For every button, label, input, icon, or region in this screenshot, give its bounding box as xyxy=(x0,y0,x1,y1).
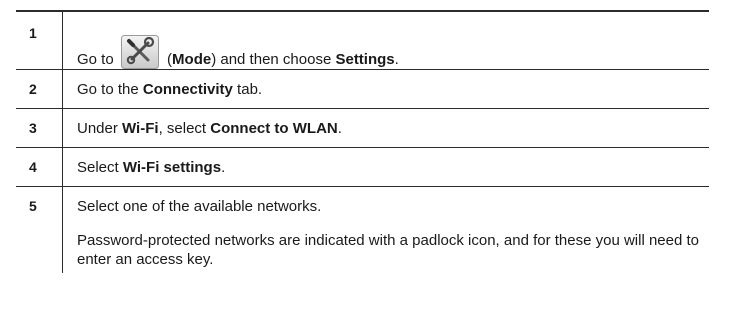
step-number: 3 xyxy=(16,109,63,147)
step-text-part: Under xyxy=(77,120,123,137)
step-text: Select one of the available networks. Pa… xyxy=(63,187,709,273)
step-text-part: . xyxy=(394,51,399,68)
step-text-part: Go to the xyxy=(77,81,143,98)
settings-term: Settings xyxy=(335,51,395,68)
step-paragraph: Password-protected networks are indicate… xyxy=(77,232,700,268)
step-paragraph: Select one of the available networks. xyxy=(77,198,322,215)
connect-to-wlan-term: Connect to WLAN xyxy=(210,120,338,137)
step-text-part: ( xyxy=(162,51,173,68)
steps-table: 1 Go to (Mode) and then choose Setting… xyxy=(16,10,709,273)
step-row: 2 Go to the Connectivity tab. xyxy=(16,70,709,109)
step-text-part: , select xyxy=(158,120,211,137)
step-text: Select Wi-Fi settings. xyxy=(63,148,709,186)
mode-term: Mode xyxy=(172,51,212,68)
step-row: 3 Under Wi-Fi, select Connect to WLAN. xyxy=(16,109,709,148)
step-text-part: ) and then choose xyxy=(211,51,336,68)
wifi-term: Wi-Fi xyxy=(122,120,159,137)
step-text-part: Select xyxy=(77,159,123,176)
step-text: Go to the Connectivity tab. xyxy=(63,70,709,108)
step-number: 2 xyxy=(16,70,63,108)
wifi-settings-term: Wi-Fi settings xyxy=(122,159,222,176)
connectivity-term: Connectivity xyxy=(142,81,233,98)
step-number: 1 xyxy=(16,12,63,69)
mode-tools-icon xyxy=(120,35,159,69)
step-text-part: Go to xyxy=(77,51,118,68)
step-row: 1 Go to (Mode) and then choose Setting… xyxy=(16,12,709,70)
step-row: 5 Select one of the available networks. … xyxy=(16,187,709,273)
step-text-part: tab. xyxy=(232,81,263,98)
step-text-part: . xyxy=(337,120,342,137)
step-row: 4 Select Wi-Fi settings. xyxy=(16,148,709,187)
step-number: 4 xyxy=(16,148,63,186)
step-text: Under Wi-Fi, select Connect to WLAN. xyxy=(63,109,709,147)
step-text-part: . xyxy=(221,159,226,176)
step-number: 5 xyxy=(16,187,63,273)
step-text: Go to (Mode) and then choose Settings … xyxy=(63,12,709,69)
